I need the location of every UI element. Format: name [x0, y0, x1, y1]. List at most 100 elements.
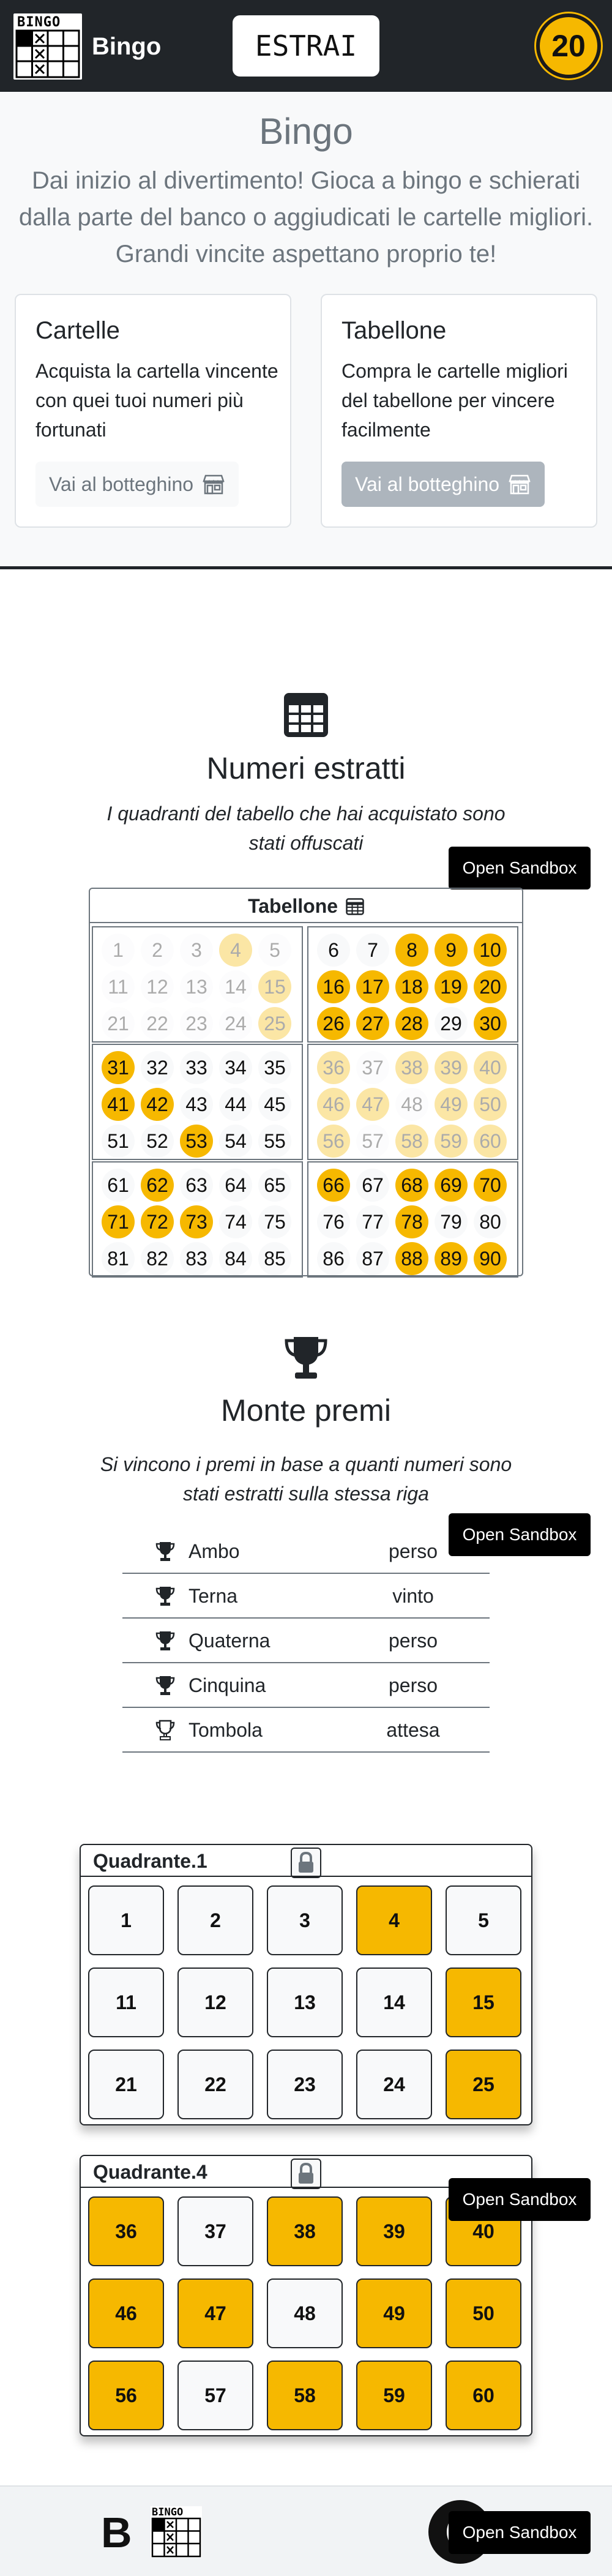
number-ball: 15 — [258, 970, 291, 1003]
quadrant-cell: 37 — [177, 2196, 253, 2266]
number-ball: 23 — [180, 1007, 213, 1040]
trophy-icon — [155, 1676, 175, 1695]
number-ball: 80 — [474, 1205, 507, 1238]
lock-button[interactable] — [291, 1848, 321, 1878]
number-ball: 75 — [258, 1205, 291, 1238]
shop-button-label: Vai al botteghino — [355, 473, 500, 495]
number-ball: 60 — [474, 1125, 507, 1158]
quadrant-cell: 14 — [356, 1968, 432, 2037]
number-ball: 29 — [435, 1007, 468, 1040]
footer-logo-text: BINGO — [152, 2506, 184, 2518]
number-ball: 18 — [395, 970, 428, 1003]
board-quadrant: 31 32 33 34 35 41 42 43 44 45 51 52 53 54 55 — [92, 1044, 303, 1160]
number-ball: 83 — [180, 1242, 213, 1275]
quadrant-cell: 5 — [446, 1885, 521, 1955]
prize-row: Ambo perso — [122, 1529, 490, 1574]
number-ball: 40 — [474, 1051, 507, 1084]
draw-button[interactable]: ESTRAI — [233, 15, 379, 77]
number-ball: 21 — [102, 1007, 135, 1040]
number-ball: 71 — [102, 1205, 135, 1238]
quadrant-cell: 24 — [356, 2050, 432, 2119]
prizes-section-subtitle: Si vincono i premi in base a quanti nume… — [100, 1453, 512, 1505]
number-ball: 69 — [435, 1169, 468, 1202]
number-ball: 4 — [219, 934, 252, 967]
tabellone-board: Tabellone 1 2 3 4 5 11 12 13 14 15 21 22 23 24 25 6 7 8 9 1… — [89, 888, 523, 1278]
open-sandbox-button[interactable]: Open Sandbox — [449, 2178, 591, 2221]
number-ball: 65 — [258, 1169, 291, 1202]
prize-status: perso — [388, 1630, 438, 1652]
quadrant-cell: 21 — [88, 2050, 164, 2119]
number-ball: 28 — [395, 1007, 428, 1040]
prizes-section-title: Monte premi — [221, 1393, 391, 1428]
shop-button[interactable]: Vai al botteghino — [35, 462, 239, 507]
footer-logo-letter: B — [101, 2509, 132, 2556]
number-ball: 27 — [356, 1007, 389, 1040]
number-ball: 46 — [317, 1088, 350, 1121]
board-quadrant: 36 37 38 39 40 46 47 48 49 50 56 57 58 59 60 — [307, 1044, 518, 1160]
open-sandbox-button[interactable]: Open Sandbox — [449, 847, 591, 889]
number-ball: 51 — [102, 1125, 135, 1158]
quadrant-cell: 49 — [356, 2278, 432, 2348]
prize-name: Terna — [188, 1585, 238, 1607]
number-ball: 76 — [317, 1205, 350, 1238]
board-title-text: Tabellone — [248, 895, 338, 917]
brand-name: Bingo — [92, 32, 162, 60]
board-quadrant: 61 62 63 64 65 71 72 73 74 75 81 82 83 84 85 — [92, 1161, 303, 1278]
number-ball: 34 — [219, 1051, 252, 1084]
quadrant-cell: 47 — [177, 2278, 253, 2348]
card-text: Acquista la cartella vincente con quei t… — [35, 360, 278, 441]
board-quadrant: 1 2 3 4 5 11 12 13 14 15 21 22 23 24 25 — [92, 926, 303, 1043]
table-icon — [346, 898, 364, 915]
quadrant-cell: 36 — [88, 2196, 164, 2266]
number-ball: 72 — [141, 1205, 174, 1238]
hero-section: Bingo Dai inizio al divertimento! Gioca … — [0, 92, 612, 569]
number-ball: 11 — [102, 970, 135, 1003]
number-ball: 85 — [258, 1242, 291, 1275]
quadrant-cell: 3 — [267, 1885, 343, 1955]
number-ball: 57 — [356, 1125, 389, 1158]
number-ball: 1 — [102, 934, 135, 967]
number-ball: 73 — [180, 1205, 213, 1238]
open-sandbox-button[interactable]: Open Sandbox — [449, 2511, 591, 2554]
number-ball: 49 — [435, 1088, 468, 1121]
prize-row: Quaterna perso — [122, 1619, 490, 1663]
brand-link[interactable]: BINGO Bingo — [13, 13, 161, 80]
number-ball: 47 — [356, 1088, 389, 1121]
number-ball: 74 — [219, 1205, 252, 1238]
number-ball: 55 — [258, 1125, 291, 1158]
number-ball: 87 — [356, 1242, 389, 1275]
number-ball: 10 — [474, 934, 507, 967]
number-ball: 16 — [317, 970, 350, 1003]
quadrant-cell: 1 — [88, 1885, 164, 1955]
prize-row: Cinquina perso — [122, 1663, 490, 1708]
shop-icon — [203, 474, 225, 495]
number-ball: 7 — [356, 934, 389, 967]
number-ball: 20 — [474, 970, 507, 1003]
quadrant-cell: 46 — [88, 2278, 164, 2348]
number-ball: 54 — [219, 1125, 252, 1158]
lock-icon — [299, 2162, 313, 2184]
number-ball: 39 — [435, 1051, 468, 1084]
quadrant-cell: 25 — [446, 2050, 521, 2119]
number-ball: 63 — [180, 1169, 213, 1202]
number-ball: 26 — [317, 1007, 350, 1040]
number-ball: 56 — [317, 1125, 350, 1158]
number-ball: 59 — [435, 1125, 468, 1158]
lock-button[interactable] — [291, 2159, 321, 2189]
card-cartelle: Cartelle Acquista la cartella vincente c… — [15, 294, 291, 528]
footer: B BINGO Open Sandbox — [0, 2485, 612, 2576]
number-ball: 37 — [356, 1051, 389, 1084]
number-ball: 70 — [474, 1169, 507, 1202]
number-ball: 8 — [395, 934, 428, 967]
shop-button[interactable]: Vai al botteghino — [341, 462, 545, 507]
quadrant-cell: 58 — [267, 2361, 343, 2430]
number-ball: 82 — [141, 1242, 174, 1275]
number-ball: 43 — [180, 1088, 213, 1121]
number-ball: 78 — [395, 1205, 428, 1238]
prize-status: vinto — [392, 1585, 434, 1607]
number-ball: 66 — [317, 1169, 350, 1202]
quadrant-cell: 57 — [177, 2361, 253, 2430]
trophy-icon — [155, 1631, 175, 1650]
number-ball: 33 — [180, 1051, 213, 1084]
quadrant-cell: 59 — [356, 2361, 432, 2430]
